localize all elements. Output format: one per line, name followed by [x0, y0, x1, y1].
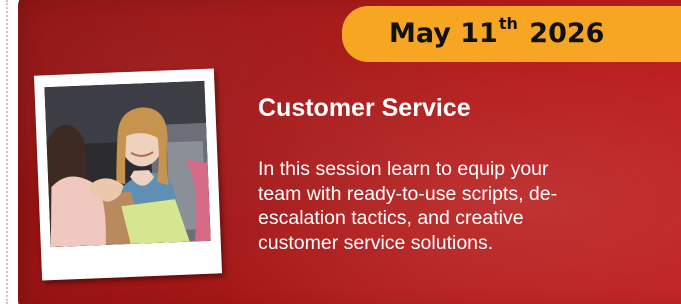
event-stage: May 11th 2026 Customer Service In this s… [0, 0, 681, 304]
date-month-day: May 11 [389, 18, 498, 49]
event-title: Customer Service [258, 94, 471, 122]
description-line: In this session learn to equip your [258, 158, 549, 180]
polaroid-photo [33, 68, 223, 281]
description-line: team with ready-to-use scripts, de- [258, 182, 558, 205]
event-date: May 11th 2026 [389, 14, 605, 49]
date-badge: May 11th 2026 [342, 6, 681, 62]
dotted-border [6, 0, 8, 304]
date-ordinal: th [498, 14, 518, 33]
date-year: 2026 [529, 18, 605, 49]
photo-illustration [44, 80, 211, 248]
description-line: escalation tactics, and creative [258, 207, 524, 229]
event-description: In this session learn to equip your team… [258, 157, 668, 255]
shopping-customer-photo [44, 80, 211, 248]
description-line: customer service solutions. [258, 231, 494, 254]
